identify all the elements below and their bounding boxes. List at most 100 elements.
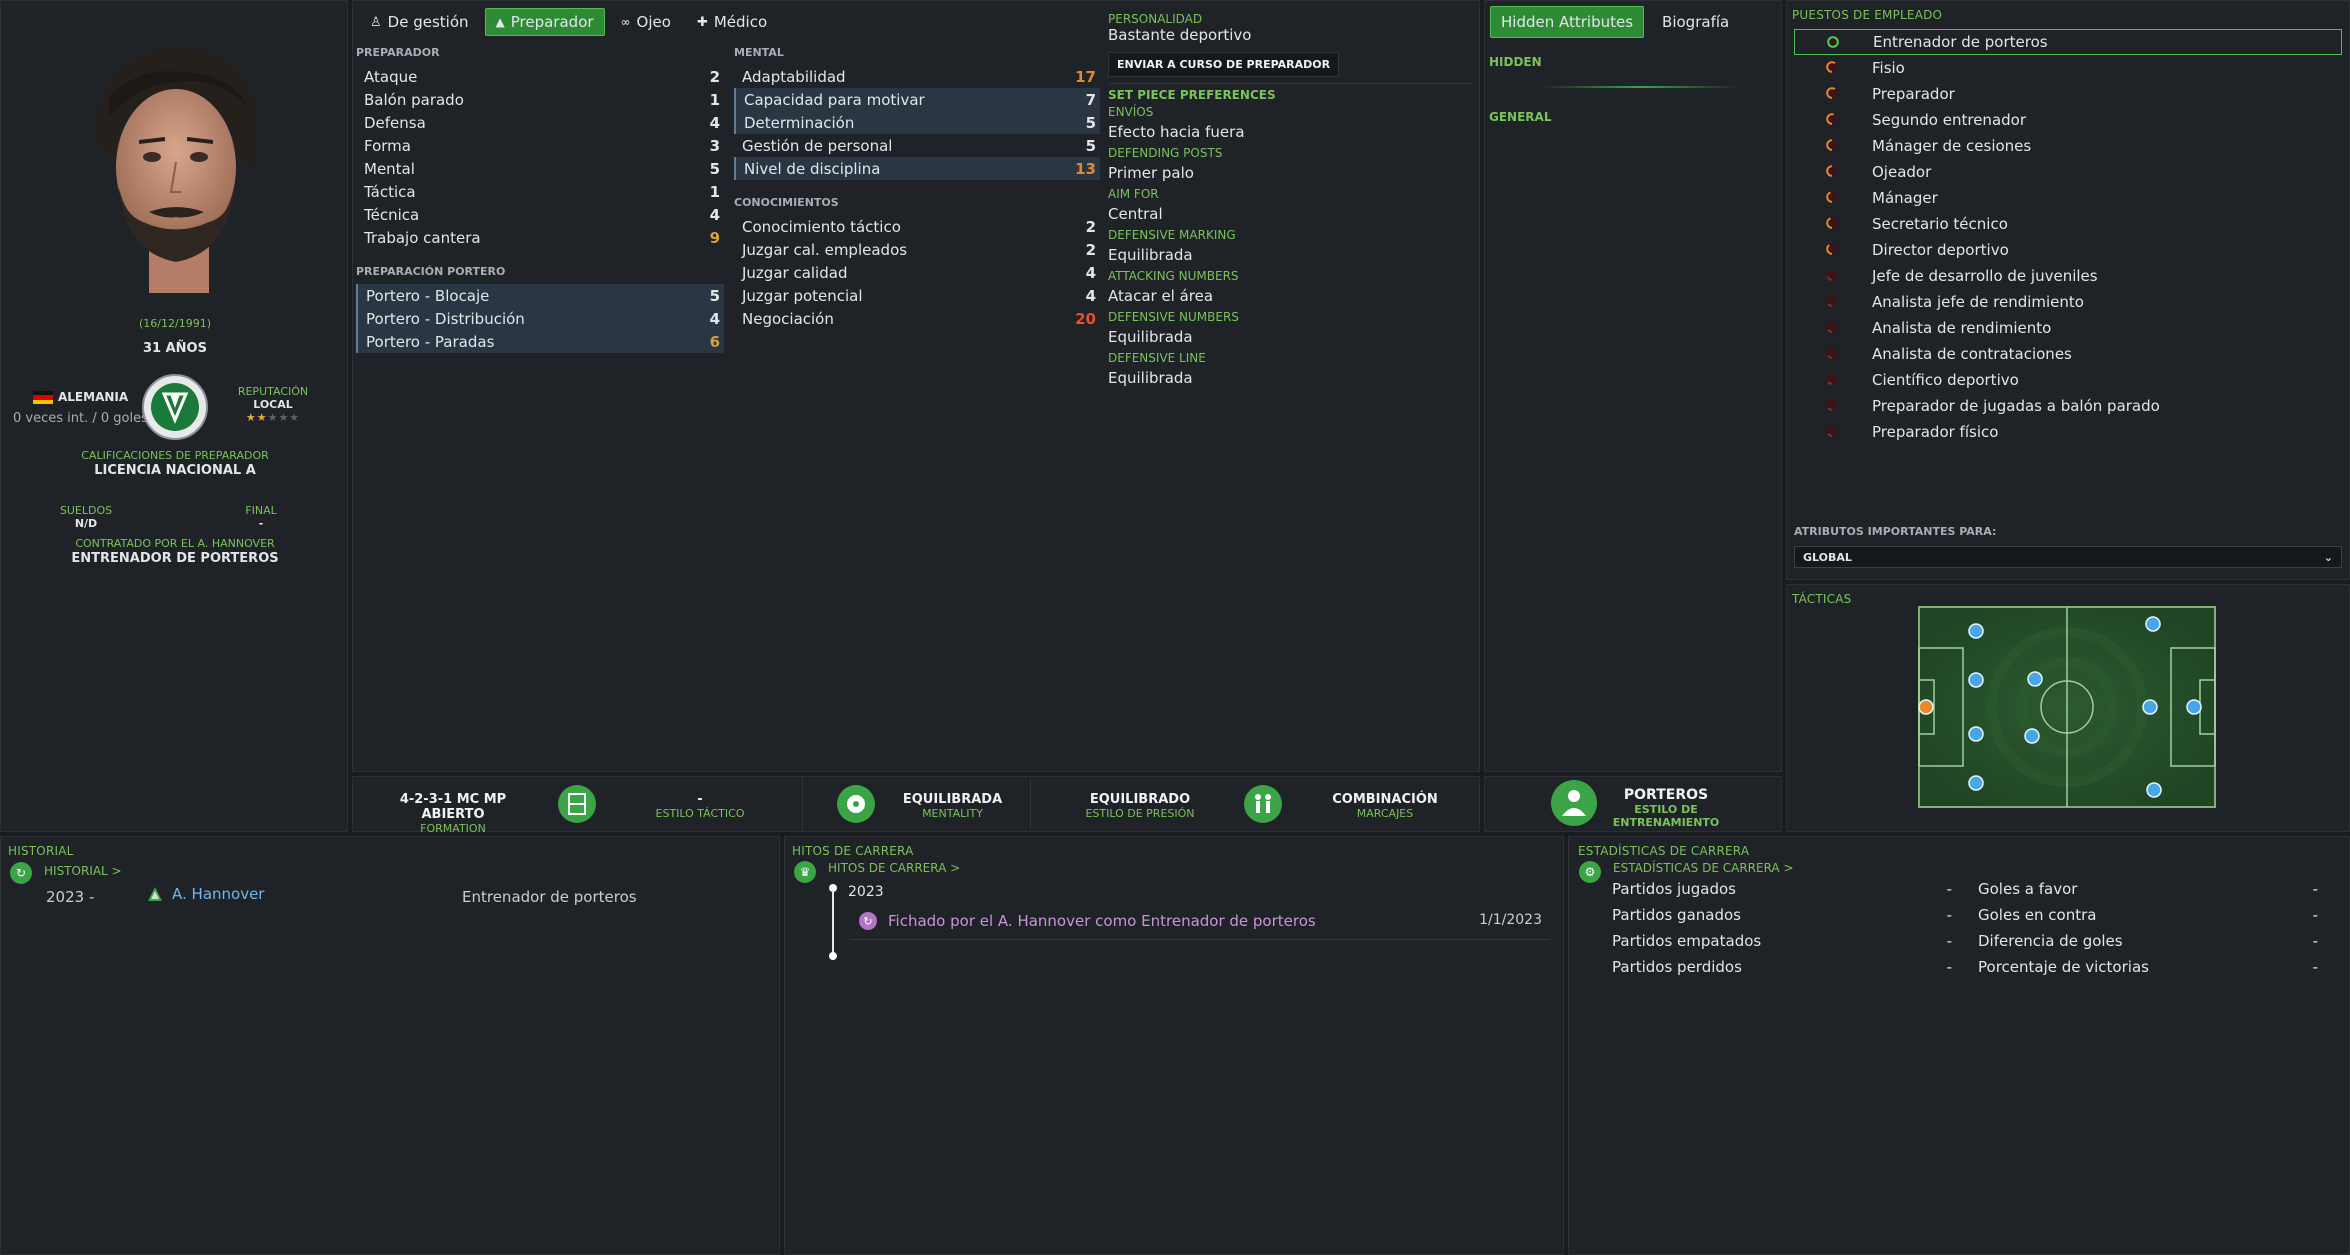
attribute-row[interactable]: Capacidad para motivar 7 (734, 88, 1100, 111)
personality-section: PERSONALIDAD Bastante deportivo ENVIAR A… (1108, 12, 1472, 391)
career-stat-value: - (1946, 958, 1952, 976)
formation-block[interactable]: 4-2-3-1 MC MP ABIERTO FORMATION (378, 792, 528, 835)
milestones-link[interactable]: HITOS DE CARRERA > (828, 861, 960, 875)
staff-role-row[interactable]: Segundo entrenador (1794, 107, 2342, 133)
tab-biography[interactable]: Biografía (1652, 6, 1739, 38)
history-panel (0, 836, 780, 1255)
staff-role-row[interactable]: Director deportivo (1794, 237, 2342, 263)
federation-crest-icon[interactable] (142, 374, 208, 440)
staff-roles-heading: PUESTOS DE EMPLEADO (1792, 8, 1943, 22)
attribute-row[interactable]: Forma 3 (356, 134, 724, 157)
milestone-row[interactable]: ↻ Fichado por el A. Hannover como Entren… (850, 908, 1550, 940)
attribute-row[interactable]: Nivel de disciplina 13 (734, 157, 1100, 180)
staff-role-row[interactable]: Analista de contrataciones (1794, 341, 2342, 367)
attribute-row[interactable]: Negociación 20 (734, 307, 1100, 330)
attribute-name: Portero - Blocaje (366, 286, 490, 305)
style-divider (802, 778, 803, 830)
attribute-name: Negociación (742, 309, 834, 328)
tactical-style-block[interactable]: - ESTILO TÁCTICO (620, 792, 780, 820)
tab-management[interactable]: ♙ De gestión (360, 8, 479, 36)
gk-heading: PREPARACIÓN PORTERO (356, 265, 506, 278)
age: 31 AÑOS (143, 341, 207, 356)
staff-role-row[interactable]: Ojeador (1794, 159, 2342, 185)
attribute-row[interactable]: Portero - Blocaje 5 (356, 284, 724, 307)
player-marker[interactable] (1968, 775, 1984, 791)
attribute-row[interactable]: Portero - Paradas 6 (356, 330, 724, 353)
send-to-course-button[interactable]: ENVIAR A CURSO DE PREPARADOR (1108, 52, 1340, 77)
staff-role-row[interactable]: Científico deportivo (1794, 367, 2342, 393)
attribute-row[interactable]: Portero - Distribución 4 (356, 307, 724, 330)
reputation-value: LOCAL (253, 398, 293, 411)
set-piece-label: DEFENDING POSTS (1108, 146, 1223, 160)
marking-block[interactable]: COMBINACIÓN MARCAJES (1305, 792, 1465, 820)
attribute-row[interactable]: Técnica 4 (356, 203, 724, 226)
history-year: 2023 - (46, 888, 95, 906)
attribute-row[interactable]: Juzgar potencial 4 (734, 284, 1100, 307)
attribute-value: 4 (709, 113, 720, 132)
attribute-row[interactable]: Mental 5 (356, 157, 724, 180)
formation-value: 4-2-3-1 MC MP ABIERTO (399, 792, 507, 822)
training-style-block[interactable]: PORTEROS ESTILO DE ENTRENAMIENTO (1596, 787, 1736, 829)
mentality-block[interactable]: EQUILIBRADA MENTALITY (880, 792, 1025, 820)
player-marker[interactable] (1968, 672, 1984, 688)
staff-role-row[interactable]: Preparador (1794, 81, 2342, 107)
set-piece-label: ENVÍOS (1108, 105, 1154, 119)
staff-role-row[interactable]: Mánager de cesiones (1794, 133, 2342, 159)
attribute-row[interactable]: Adaptabilidad 17 (734, 65, 1100, 88)
staff-role-row[interactable]: Fisio (1794, 55, 2342, 81)
player-marker[interactable] (2146, 782, 2162, 798)
attribute-row[interactable]: Trabajo cantera 9 (356, 226, 724, 249)
player-marker[interactable] (2142, 699, 2158, 715)
goalkeeper-marker[interactable] (1918, 699, 1934, 715)
attribute-row[interactable]: Defensa 4 (356, 111, 724, 134)
player-marker[interactable] (2186, 699, 2202, 715)
staff-role-row[interactable]: Analista de rendimiento (1794, 315, 2342, 341)
attribute-name: Juzgar potencial (742, 286, 863, 305)
training-style-value: PORTEROS (1623, 787, 1709, 803)
tactics-pitch[interactable] (1918, 606, 2216, 808)
attribute-row[interactable]: Balón parado 1 (356, 88, 724, 111)
role-suitability-icon (1826, 243, 1838, 255)
staff-role-row[interactable]: Entrenador de porteros (1794, 29, 2342, 55)
career-stat-value: - (2312, 932, 2318, 950)
history-club-link[interactable]: A. Hannover (172, 885, 264, 903)
staff-role-row[interactable]: Preparador de jugadas a balón parado (1794, 393, 2342, 419)
nation-name[interactable]: ALEMANIA (58, 390, 128, 404)
tab-coach[interactable]: ▲ Preparador (484, 8, 605, 36)
attribute-row[interactable]: Táctica 1 (356, 180, 724, 203)
history-link[interactable]: HISTORIAL > (44, 864, 122, 878)
attribute-name: Forma (364, 136, 411, 155)
pressing-block[interactable]: EQUILIBRADO ESTILO DE PRESIÓN (1060, 792, 1220, 820)
player-marker[interactable] (2024, 728, 2040, 744)
staff-role-row[interactable]: Analista jefe de rendimiento (1794, 289, 2342, 315)
wages-value: N/D (74, 517, 98, 530)
tab-hidden-attributes[interactable]: Hidden Attributes (1490, 6, 1645, 38)
staff-role-row[interactable]: Mánager (1794, 185, 2342, 211)
staff-role-row[interactable]: Jefe de desarrollo de juveniles (1794, 263, 2342, 289)
attribute-value: 2 (709, 67, 720, 86)
attribute-row[interactable]: Juzgar cal. empleados 2 (734, 238, 1100, 261)
player-marker[interactable] (1968, 726, 1984, 742)
timeline-dot (829, 952, 837, 960)
career-stats-link[interactable]: ESTADÍSTICAS DE CARRERA > (1613, 861, 1794, 875)
player-marker[interactable] (2027, 671, 2043, 687)
player-marker[interactable] (2145, 616, 2161, 632)
tab-medical[interactable]: ✚ Médico (687, 8, 777, 36)
profile-panel: (16/12/1991) 31 AÑOS ALEMANIA 0 veces in… (0, 0, 348, 832)
tab-scout[interactable]: ∞ Ojeo (611, 8, 681, 36)
player-marker[interactable] (1968, 623, 1984, 639)
club-crest-icon (147, 886, 163, 902)
attribute-value: 2 (1085, 240, 1096, 259)
attribute-name: Mental (364, 159, 415, 178)
attribute-row[interactable]: Juzgar calidad 4 (734, 261, 1100, 284)
staff-role-row[interactable]: Preparador físico (1794, 419, 2342, 445)
contracted-by-label[interactable]: CONTRATADO POR EL A. HANNOVER (1, 537, 349, 550)
staff-role-row[interactable]: Secretario técnico (1794, 211, 2342, 237)
career-stat-name: Goles en contra (1978, 906, 2097, 924)
attribute-row[interactable]: Ataque 2 (356, 65, 724, 88)
attribute-row[interactable]: Determinación 5 (734, 111, 1100, 134)
attribute-row[interactable]: Conocimiento táctico 2 (734, 215, 1100, 238)
attribute-row[interactable]: Gestión de personal 5 (734, 134, 1100, 157)
set-piece-value: Efecto hacia fuera (1108, 123, 1245, 141)
important-attributes-select[interactable]: GLOBAL ⌄ (1794, 546, 2342, 568)
